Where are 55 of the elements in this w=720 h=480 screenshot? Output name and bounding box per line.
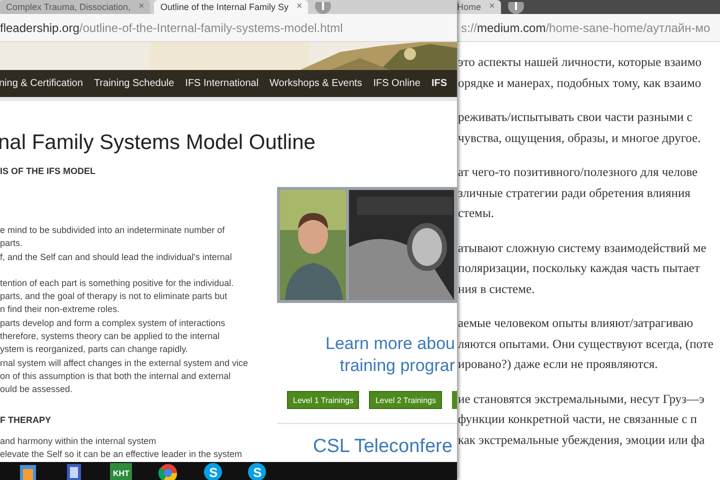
nav-link[interactable]: Workshops & Events [270,78,362,89]
close-icon[interactable]: × [138,2,144,12]
nav-link[interactable]: Training Schedule [94,78,174,89]
text-line: ляются опытами. Они существуют всегда, (поте [458,336,714,353]
nav-link[interactable]: IFS [431,78,447,89]
text-line: ould be assessed. [0,383,74,396]
text-line: зличные стратегии ради обретения влияния [458,184,692,202]
section-title: CSL Teleconfere [313,436,452,458]
text-line: функции конкретной части, не связанные с п [458,411,698,428]
training-button[interactable]: Level 2 Trainings [369,391,442,409]
text-line: чувства, ощущения, образы, и многое другое. [458,130,702,147]
promo-text[interactable]: Learn more abou [277,333,455,355]
text-line: ировано?) даже если не проявляются. [458,356,659,373]
text-line: therefore, systems theory can be applied to the internal [0,330,221,344]
text-line: parts. [0,237,24,250]
text-line: как экстремальные убеждения, эмоции или фа [458,432,706,449]
text-line: elevate the Self so it can be an effective leader in the system [0,448,243,461]
text-line: tention of each part is something positive for the individual. [0,276,235,290]
section-heading: IS OF THE IFS MODEL [0,166,97,178]
text-line: n find their non-extreme roles. [0,303,121,316]
text-line: орядке и манерах, подобных тому, как взаимо [458,74,702,92]
text-line: ие становятся экстремальными, несут Груз—э [458,390,706,408]
text-line: ystem is reorganized, parts can change rapidly. [0,343,189,356]
nav-link[interactable]: IFS International [185,78,259,89]
text-line: это аспекты нашей личности, которые взаимо [458,54,703,71]
browser-icon[interactable] [158,463,178,480]
text-line: and harmony within the internal system [0,434,158,448]
text-line: ат чего-то позитивного/полезного для челове [458,164,699,181]
text-line: parts develop and form a complex system of interactions [0,316,226,330]
text-line: parts, and the goal of therapy is not to eliminate parts but [0,290,228,304]
text-line: f, and the Self can and should lead the individual's internal [0,250,233,264]
nav-link[interactable]: ning & Certification [0,78,83,89]
text-line: аемые человеком опыты влияют/затрагиваю [458,315,694,332]
promo-text[interactable]: training prograr [277,355,455,377]
app-icon[interactable]: S [248,463,266,480]
app-icon[interactable]: KHT [110,463,132,480]
text-line: стемы. [458,205,495,222]
browser-tab[interactable]: Home × [457,0,501,14]
training-button[interactable]: Level 1 Trainings [287,391,360,409]
close-icon[interactable]: × [296,2,302,12]
close-icon[interactable]: × [489,2,495,12]
app-icon[interactable]: S [204,463,222,480]
browser-tab[interactable]: Complex Trauma, Dissociation, × [0,0,150,14]
text-line: e mind to be subdivided into an indeterminate number of [0,224,226,237]
text-line: rnal system will affect changes in the external system and vice [0,356,249,370]
section-heading: F THERAPY [0,414,52,427]
text-line: ния в системе. [458,280,536,298]
text-line: поляризации, поскольку каждая часть пытает [458,260,701,277]
document-icon[interactable] [18,463,38,480]
tablet-icon[interactable] [64,463,84,480]
browser-tab[interactable]: Outline of the Internal Family Sy × [154,0,308,14]
nav-link[interactable]: IFS Online [373,78,420,89]
text-line: реживать/испытывать свои части разными с [458,109,694,126]
text-line: on of this assumption is that both the internal and external [0,370,232,383]
text-line: атывают сложную систему взаимодействий ме [458,240,708,257]
